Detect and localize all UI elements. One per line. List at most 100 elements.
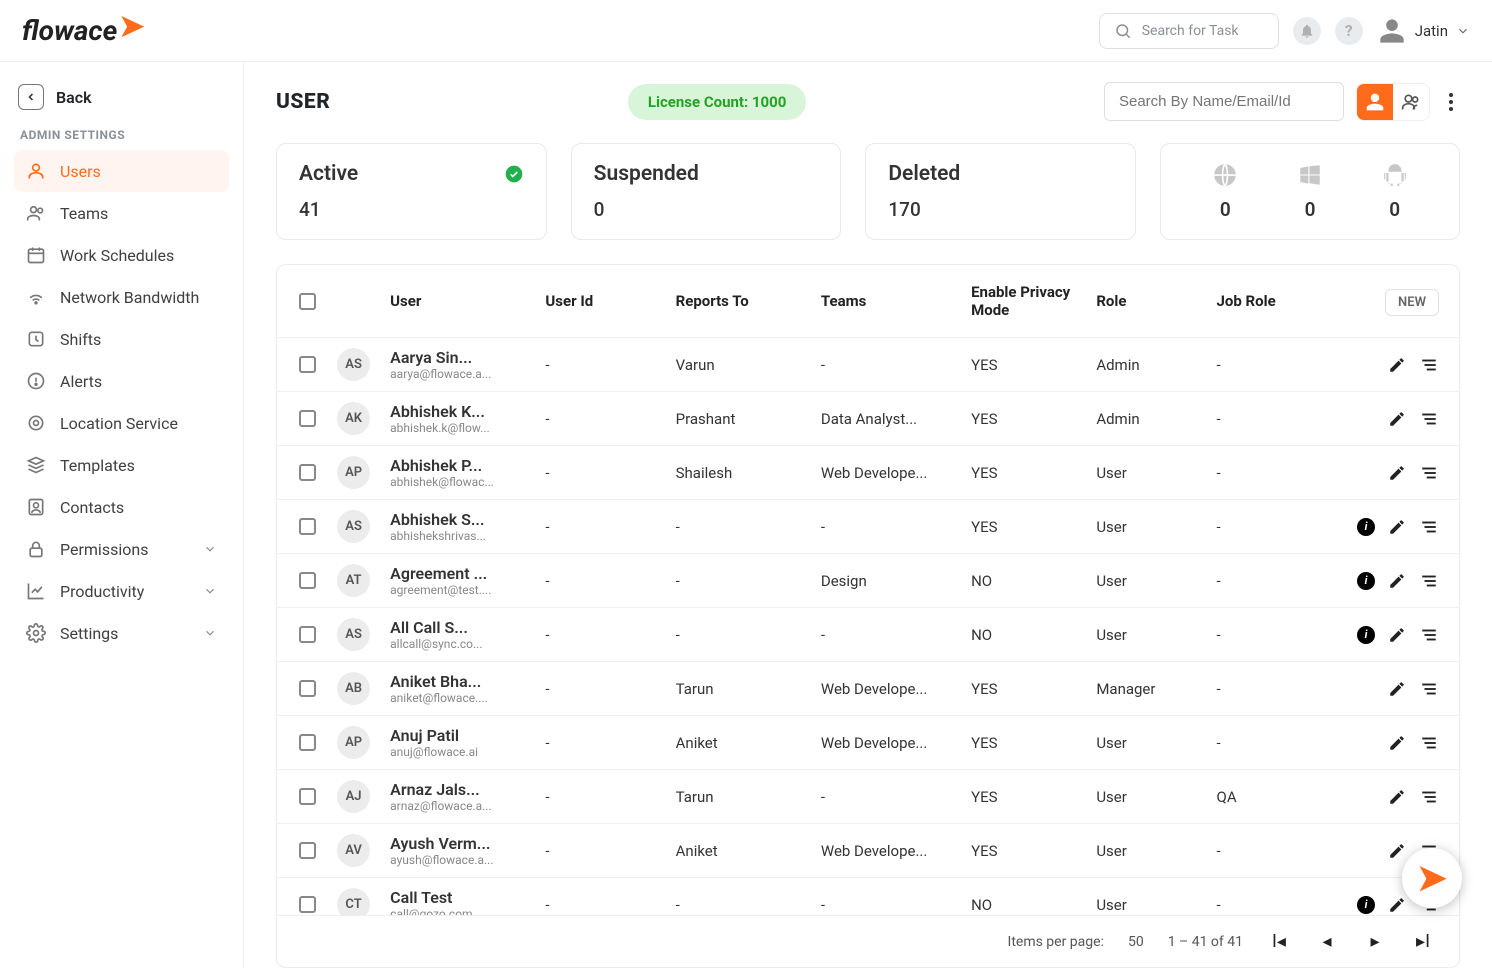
search-user-input[interactable] [1104,82,1344,121]
edit-button[interactable] [1387,517,1407,537]
row-checkbox[interactable] [299,680,316,697]
search-task[interactable]: Search for Task [1099,13,1279,49]
row-job-role: - [1207,500,1347,554]
sidebar-item-alerts[interactable]: Alerts [14,360,229,402]
sidebar-item-label: Location Service [60,414,178,433]
row-menu-button[interactable] [1419,625,1439,645]
row-checkbox[interactable] [299,626,316,643]
table-row: AS Abhishek S...abhishekshrivas... - - -… [277,500,1459,554]
row-menu-button[interactable] [1419,409,1439,429]
info-icon[interactable]: i [1357,572,1375,590]
row-user-email: abhishek@flowac... [390,475,525,489]
sidebar-item-label: Shifts [60,330,101,349]
row-menu-button[interactable] [1419,787,1439,807]
edit-button[interactable] [1387,733,1407,753]
items-per-page-label: Items per page: [1008,934,1104,950]
info-icon[interactable]: i [1357,896,1375,914]
row-menu-button[interactable] [1419,517,1439,537]
sidebar-item-settings[interactable]: Settings [14,612,229,654]
row-user-name: Aniket Bha... [390,672,525,691]
sidebar-item-label: Work Schedules [60,246,174,265]
row-privacy: YES [961,716,1086,770]
sidebar-item-permissions[interactable]: Permissions [14,528,229,570]
sidebar-item-templates[interactable]: Templates [14,444,229,486]
question-icon: ? [1345,21,1353,40]
fab-button[interactable]: ➤ [1402,848,1462,908]
row-checkbox[interactable] [299,788,316,805]
table-scroll[interactable]: User User Id Reports To Teams Enable Pri… [277,265,1459,915]
sidebar-item-label: Users [60,162,101,181]
row-avatar: AK [337,402,370,435]
items-per-page-value[interactable]: 50 [1128,934,1144,950]
sidebar-item-location-service[interactable]: Location Service [14,402,229,444]
sidebar-item-network-bandwidth[interactable]: Network Bandwidth [14,276,229,318]
sidebar-item-productivity[interactable]: Productivity [14,570,229,612]
notifications-button[interactable] [1293,17,1321,45]
back-button[interactable]: Back [18,84,225,110]
row-user-email: arnaz@flowace.a... [390,799,525,813]
row-menu-button[interactable] [1419,571,1439,591]
stat-suspended[interactable]: Suspended 0 [571,143,842,240]
edit-button[interactable] [1387,679,1407,699]
pager-next-button[interactable]: ▸ [1363,931,1387,952]
row-role: User [1086,770,1206,824]
more-menu-button[interactable] [1442,86,1460,118]
user-menu[interactable]: Jatin [1377,16,1470,46]
row-checkbox[interactable] [299,572,316,589]
row-menu-button[interactable] [1419,679,1439,699]
logo[interactable]: flowace ➤ [22,13,144,48]
main: USER License Count: 1000 [244,62,1492,968]
stat-active[interactable]: Active 41 [276,143,547,240]
sidebar-item-contacts[interactable]: Contacts [14,486,229,528]
new-user-button[interactable]: NEW [1385,289,1439,316]
sidebar-item-label: Settings [60,624,118,643]
sidebar-item-label: Contacts [60,498,124,517]
row-user-id: - [535,554,665,608]
row-role: User [1086,824,1206,878]
sidebar-item-work-schedules[interactable]: Work Schedules [14,234,229,276]
pager-prev-button[interactable]: ◂ [1315,931,1339,952]
row-checkbox[interactable] [299,896,316,913]
chevron-down-icon [203,584,217,598]
sidebar-item-teams[interactable]: Teams [14,192,229,234]
info-icon[interactable]: i [1357,518,1375,536]
edit-button[interactable] [1387,625,1407,645]
col-reports-to: Reports To [666,265,811,338]
row-checkbox[interactable] [299,356,316,373]
stat-deleted[interactable]: Deleted 170 [865,143,1136,240]
help-button[interactable]: ? [1335,17,1363,45]
search-icon [1114,22,1132,40]
row-checkbox[interactable] [299,518,316,535]
edit-button[interactable] [1387,787,1407,807]
row-menu-button[interactable] [1419,463,1439,483]
row-menu-button[interactable] [1419,355,1439,375]
row-user-email: call@gozo.com [390,907,525,915]
back-icon [18,84,44,110]
row-checkbox[interactable] [299,734,316,751]
pager-last-button[interactable]: ▸I [1411,931,1435,952]
edit-button[interactable] [1387,841,1407,861]
info-icon[interactable]: i [1357,626,1375,644]
user-view-toggle [1356,83,1430,121]
multi-user-view-button[interactable] [1393,84,1429,120]
pager-first-button[interactable]: I◂ [1267,931,1291,952]
edit-button[interactable] [1387,409,1407,429]
row-user-email: ayush@flowace.a... [390,853,525,867]
row-checkbox[interactable] [299,842,316,859]
sidebar-item-shifts[interactable]: Shifts [14,318,229,360]
edit-button[interactable] [1387,355,1407,375]
row-checkbox[interactable] [299,464,316,481]
edit-button[interactable] [1387,895,1407,915]
row-user-email: aniket@flowace.... [390,691,525,705]
edit-button[interactable] [1387,571,1407,591]
row-checkbox[interactable] [299,410,316,427]
sidebar-item-users[interactable]: Users [14,150,229,192]
users-icon [26,161,46,181]
edit-button[interactable] [1387,463,1407,483]
col-job-role: Job Role [1207,265,1347,338]
layout: Back ADMIN SETTINGS Users Teams Work Sch… [0,62,1492,968]
topbar-right: Search for Task ? Jatin [1099,13,1470,49]
single-user-view-button[interactable] [1357,84,1393,120]
select-all-checkbox[interactable] [299,293,316,310]
row-menu-button[interactable] [1419,733,1439,753]
